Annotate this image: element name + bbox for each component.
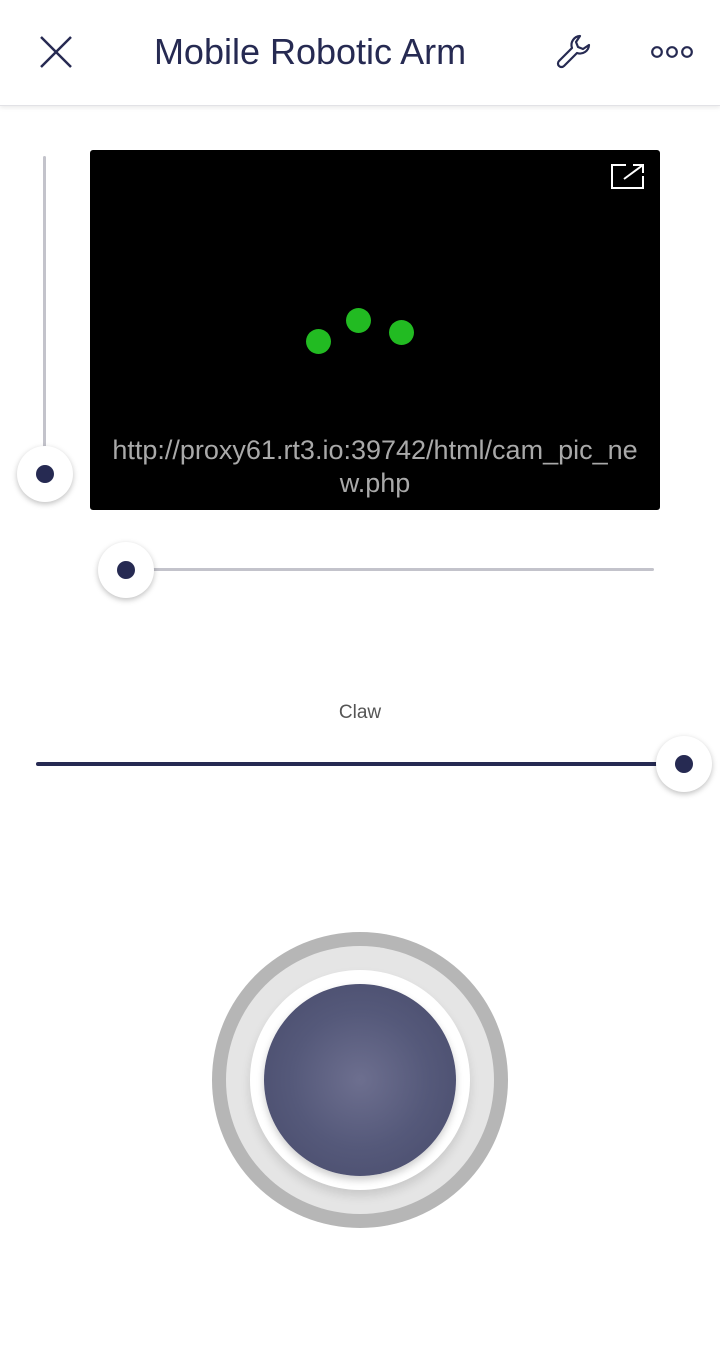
slider-thumb-dot xyxy=(117,561,135,579)
slider-thumb-dot xyxy=(36,465,54,483)
horizontal-slider-thumb[interactable] xyxy=(98,542,154,598)
wrench-icon xyxy=(556,34,591,69)
close-icon xyxy=(40,36,72,68)
vertical-slider-track xyxy=(43,156,46,456)
camera-url: http://proxy61.rt3.io:39742/html/cam_pic… xyxy=(112,435,638,498)
loading-dot xyxy=(389,320,414,345)
more-horizontal-icon xyxy=(651,46,693,58)
page-title: Mobile Robotic Arm xyxy=(153,31,467,72)
loading-dot xyxy=(306,329,331,354)
camera-feed: http://proxy61.rt3.io:39742/html/cam_pic… xyxy=(90,150,660,510)
loading-dot xyxy=(346,308,371,333)
claw-slider[interactable] xyxy=(36,734,720,794)
horizontal-slider[interactable] xyxy=(96,540,660,600)
claw-slider-thumb[interactable] xyxy=(656,736,712,792)
claw-slider-track xyxy=(36,762,662,766)
external-link-icon xyxy=(611,164,644,189)
horizontal-slider-track xyxy=(126,568,654,571)
close-button[interactable] xyxy=(28,26,84,78)
claw-label: Claw xyxy=(338,702,382,723)
joystick xyxy=(212,932,508,1228)
app-header: Mobile Robotic Arm xyxy=(0,0,720,106)
more-button[interactable] xyxy=(644,26,700,78)
vertical-slider-thumb[interactable] xyxy=(17,446,73,502)
slider-thumb-dot xyxy=(675,755,693,773)
joystick-stick[interactable] xyxy=(264,984,456,1176)
settings-button[interactable] xyxy=(548,26,604,78)
open-external-button[interactable] xyxy=(610,162,646,190)
vertical-slider[interactable] xyxy=(16,150,74,510)
